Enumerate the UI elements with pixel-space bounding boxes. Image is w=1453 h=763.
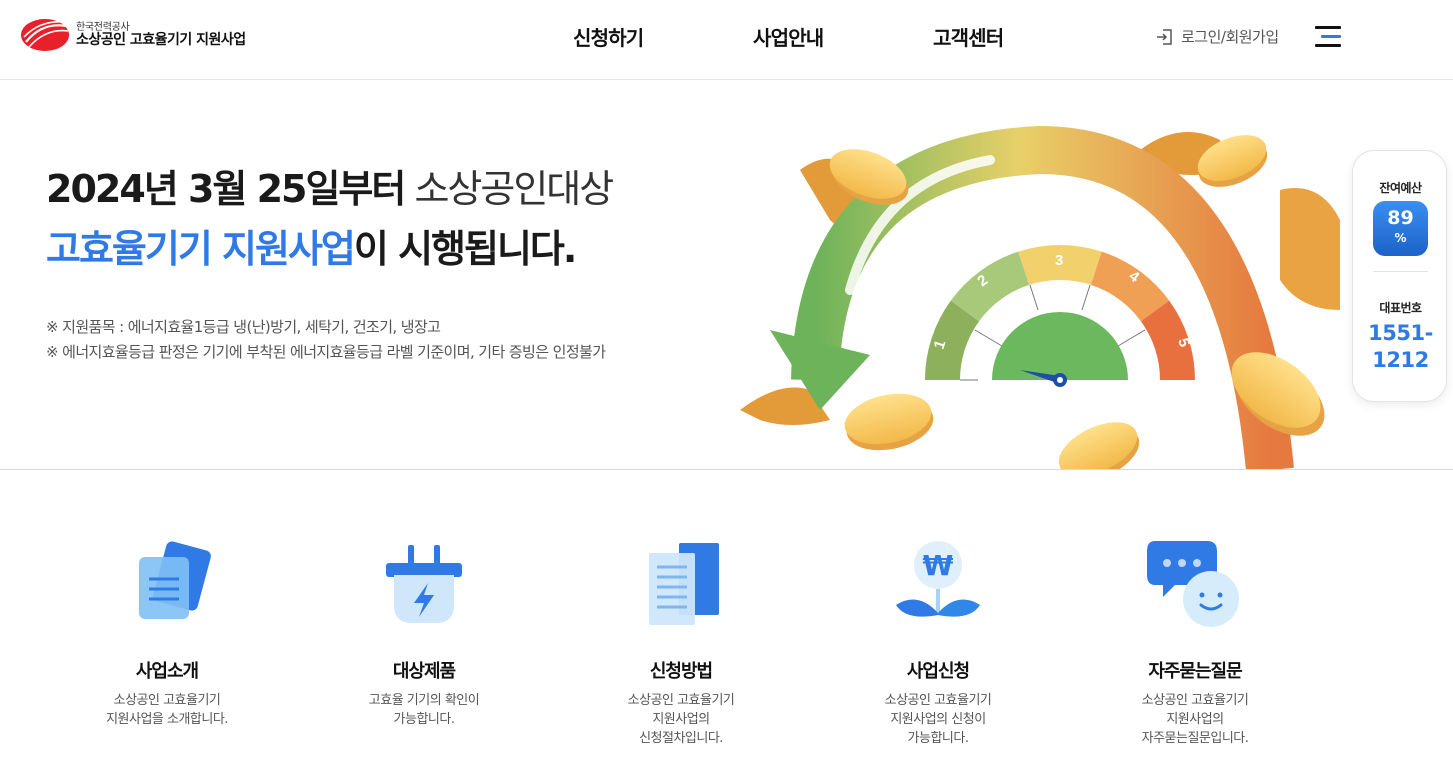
- quick-menu-desc: 소상공인 고효율기기 지원사업의 자주묻는질문입니다.: [1141, 693, 1249, 746]
- nav-customer-center[interactable]: 고객센터: [933, 22, 1004, 51]
- hero-banner: 2024년 3월 25일부터 소상공인대상 고효율기기 지원사업이 시행됩니다.…: [0, 80, 1453, 470]
- budget-unit: %: [1394, 231, 1407, 245]
- hero-program-name: 고효율기기 지원사업: [46, 227, 356, 271]
- quick-menu-title: 자주묻는질문: [1148, 661, 1242, 682]
- document-list-icon: [649, 543, 719, 625]
- quick-menu-desc: 고효율 기기의 확인이 가능합니다.: [368, 693, 480, 727]
- site-logo[interactable]: 한국전력공사 소상공인 고효율기기 지원사업: [20, 18, 246, 52]
- quick-menu-desc: 소상공인 고효율기기 지원사업의 신청이 가능합니다.: [884, 693, 992, 746]
- efficiency-gauge: 1 2 3 4 5: [925, 244, 1195, 387]
- nav-business-info[interactable]: 사업안내: [753, 22, 824, 51]
- quick-menu-title: 사업신청: [906, 661, 970, 682]
- quick-menu-target-products[interactable]: 대상제품 고효율 기기의 확인이 가능합니다.: [324, 535, 524, 755]
- login-link[interactable]: 로그인/회원가입: [1155, 26, 1279, 47]
- efficiency-gauge-illustration: 1 2 3 4 5: [740, 125, 1340, 469]
- budget-badge[interactable]: 89 %: [1373, 201, 1428, 256]
- phone-number-line1[interactable]: 1551-: [1353, 321, 1448, 346]
- phone-number-line2[interactable]: 1212: [1353, 348, 1448, 373]
- coin-icon: [1058, 422, 1140, 469]
- phone-label: 대표번호: [1379, 301, 1422, 315]
- login-label: 로그인/회원가입: [1181, 28, 1279, 46]
- quick-menu-title: 사업소개: [135, 661, 199, 682]
- budget-label: 잔여예산: [1379, 181, 1422, 195]
- quick-menu-desc: 소상공인 고효율기기 지원사업을 소개합니다.: [106, 693, 228, 727]
- nav-apply[interactable]: 신청하기: [573, 22, 644, 51]
- login-icon: [1157, 28, 1172, 45]
- hero-date: 2024년 3월 25일부터: [46, 167, 406, 211]
- logo-service-name: 소상공인 고효율기기 지원사업: [76, 31, 246, 48]
- chat-bubble-icon: [1147, 541, 1239, 627]
- quick-menu-apply-business[interactable]: ₩ 사업신청 소상공인 고효율기기 지원사업의 신청이 가능합니다.: [838, 535, 1038, 755]
- kepco-logo-icon: [21, 19, 69, 51]
- quick-menu-desc: 소상공인 고효율기기 지원사업의 신청절차입니다.: [627, 693, 735, 746]
- hero-note-criteria: ※ 에너지효율등급 판정은 기기에 부착된 에너지효율등급 라벨 기준이며, 기…: [46, 343, 606, 361]
- quick-menu-title: 신청방법: [649, 661, 713, 682]
- hero-title-line1: 2024년 3월 25일부터 소상공인대상: [46, 158, 614, 213]
- hero-title-suffix: 이 시행됩니다.: [353, 227, 577, 271]
- money-bill-icon: [1280, 188, 1340, 310]
- side-divider: [1373, 271, 1428, 272]
- svg-text:₩: ₩: [923, 549, 954, 582]
- hero-target: 소상공인대상: [414, 167, 614, 211]
- coin-icon: [844, 393, 934, 451]
- quick-menu-faq[interactable]: 자주묻는질문 소상공인 고효율기기 지원사업의 자주묻는질문입니다.: [1095, 535, 1295, 755]
- gauge-level-3: 3: [1055, 252, 1063, 269]
- power-plug-icon: [386, 545, 462, 623]
- budget-value: 89: [1387, 207, 1414, 229]
- quick-menu-business-intro[interactable]: 사업소개 소상공인 고효율기기 지원사업을 소개합니다.: [67, 535, 267, 755]
- hero-note-items: ※ 지원품목 : 에너지효율1등급 냉(난)방기, 세탁기, 건조기, 냉장고: [46, 318, 441, 336]
- quick-menu-title: 대상제품: [392, 661, 456, 682]
- document-cards-icon: [139, 541, 211, 619]
- site-header: 한국전력공사 소상공인 고효율기기 지원사업 신청하기 사업안내 고객센터 로그…: [0, 0, 1453, 80]
- won-sprout-icon: ₩: [896, 541, 980, 617]
- hero-title-line2: 고효율기기 지원사업이 시행됩니다.: [46, 218, 577, 273]
- quick-menu-how-to-apply[interactable]: 신청방법 소상공인 고효율기기 지원사업의 신청절차입니다.: [581, 535, 781, 755]
- side-info-widget: 잔여예산 89 % 대표번호 1551- 1212: [1352, 150, 1447, 402]
- hamburger-menu-icon[interactable]: [1315, 26, 1343, 48]
